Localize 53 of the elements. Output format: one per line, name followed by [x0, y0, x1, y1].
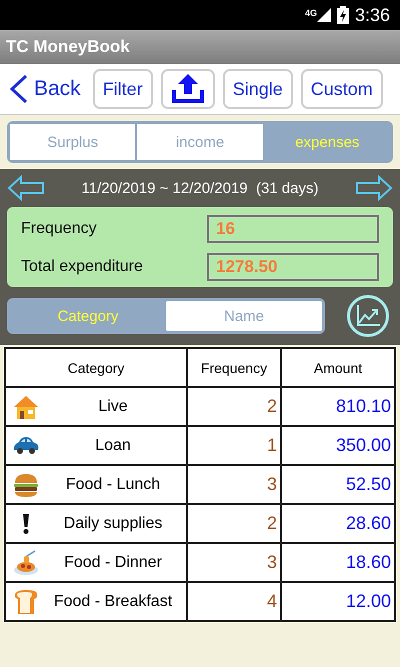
type-tab[interactable]: Surplus — [10, 124, 136, 160]
category-name: Live — [97, 398, 129, 416]
amount-cell: 810.10 — [281, 387, 395, 426]
frequency-cell: 2 — [187, 387, 281, 426]
burger-icon — [13, 472, 39, 498]
next-period-button[interactable] — [355, 175, 393, 201]
car-icon — [13, 436, 39, 456]
bread-icon — [13, 588, 39, 614]
column-header: Category — [5, 348, 187, 387]
signal-icon — [316, 8, 331, 22]
summary-label: Frequency — [21, 220, 97, 238]
amount-cell: 12.00 — [281, 582, 395, 621]
category-name: Food - Lunch — [64, 476, 162, 494]
summary-value: 16 — [207, 215, 379, 243]
frequency-cell: 3 — [187, 543, 281, 582]
upload-button[interactable] — [160, 69, 215, 109]
clock: 3:36 — [354, 4, 390, 26]
line-chart-icon — [356, 305, 380, 327]
back-button[interactable]: Back — [8, 74, 81, 104]
arrow-left-icon — [7, 175, 45, 201]
frequency-cell: 2 — [187, 504, 281, 543]
column-header: Amount — [281, 348, 395, 387]
category-name: Food - Breakfast — [52, 592, 174, 610]
type-tab[interactable]: income — [137, 124, 263, 160]
amount-cell: 350.00 — [281, 426, 395, 465]
chevron-left-icon — [8, 74, 28, 104]
category-name: Daily supplies — [62, 514, 164, 532]
category-name: Food - Dinner — [63, 554, 163, 572]
previous-period-button[interactable] — [7, 175, 45, 201]
frequency-cell: 4 — [187, 582, 281, 621]
arrow-right-icon — [355, 175, 393, 201]
amount-cell: 52.50 — [281, 465, 395, 504]
exclamation-icon — [22, 512, 30, 534]
app-title: TC MoneyBook — [6, 37, 130, 57]
column-header: Frequency — [187, 348, 281, 387]
category-name: Loan — [94, 436, 132, 454]
spaghetti-icon — [13, 550, 39, 576]
frequency-cell: 3 — [187, 465, 281, 504]
group-tab[interactable]: Name — [166, 301, 322, 331]
toolbar-button[interactable]: Single — [222, 69, 293, 109]
battery-icon — [336, 6, 349, 24]
frequency-cell: 1 — [187, 426, 281, 465]
summary-value: 1278.50 — [207, 253, 379, 281]
amount-cell: 28.60 — [281, 504, 395, 543]
summary-label: Total expenditure — [21, 258, 143, 276]
toolbar-button[interactable]: Filter — [92, 69, 153, 109]
toolbar-button[interactable]: Custom — [300, 69, 383, 109]
period-label: 11/20/2019 ~ 12/20/2019 (31 days) — [82, 180, 318, 196]
chart-button[interactable] — [347, 295, 389, 337]
amount-cell: 18.60 — [281, 543, 395, 582]
upload-icon — [170, 74, 205, 104]
house-icon — [13, 394, 39, 420]
network-label: 4G — [304, 8, 317, 18]
